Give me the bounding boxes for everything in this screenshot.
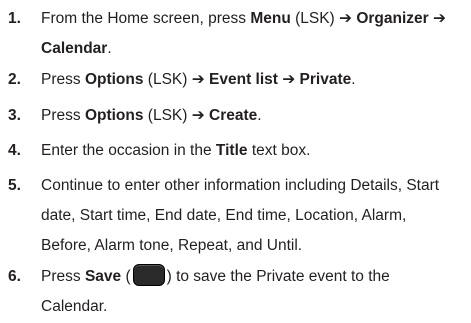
step-line: Continue to enter other information incl… (41, 177, 440, 194)
text-run: (LSK) (143, 107, 192, 124)
step-number: 6. (8, 268, 21, 285)
text-run: text box. (247, 142, 311, 159)
event-list-path: ➔ Event list ➔ Private (191, 71, 352, 88)
menu-label: Menu (250, 10, 291, 27)
text-run: ) to save the Private event to the (166, 268, 390, 285)
text-run: (LSK) (290, 10, 340, 27)
text-run: ( (121, 268, 131, 285)
text-run: . (257, 107, 262, 124)
step-line: Enter the occasion in the Title text box… (41, 136, 471, 166)
step-line: Press Options (LSK) ➔ Event list ➔ Priva… (41, 65, 471, 95)
step-number: 2. (8, 71, 21, 88)
text-run: (LSK) (143, 71, 192, 88)
step-text: Continue to enter other information incl… (41, 171, 471, 261)
step-line: Calendar. (41, 34, 471, 64)
step-line: Before, Alarm tone, Repeat, and Until. (41, 237, 303, 254)
text-run: Enter the occasion in the (41, 142, 216, 159)
step-number: 4. (8, 142, 21, 159)
text-run: Press (41, 71, 85, 88)
text-run: From the Home screen, press (41, 10, 251, 27)
step-number: 5. (8, 177, 21, 194)
title-label: Title (215, 142, 248, 159)
step-text: Press Options (LSK) ➔ Event list ➔ Priva… (41, 65, 471, 95)
step-line: date, Start time, End date, End time, Lo… (41, 207, 407, 224)
step-text: Press Options (LSK) ➔ Create. (41, 101, 471, 131)
step-line: Press Save ( ) to save the Private event … (41, 262, 471, 292)
organizer-path: ➔ Organizer ➔ (339, 10, 446, 27)
step-text: Press Save ( ) to save the Private event … (41, 262, 471, 322)
text-run: Press (41, 268, 85, 285)
step-line: From the Home screen, press Menu (LSK) ➔… (41, 4, 471, 34)
step-number: 3. (8, 107, 21, 124)
save-label: Save (84, 268, 122, 285)
step-text: From the Home screen, press Menu (LSK) ➔… (41, 4, 471, 64)
options-label: Options (84, 107, 144, 124)
calendar-label: Calendar (41, 40, 108, 57)
step-text: Enter the occasion in the Title text box… (41, 136, 471, 166)
text-run: Press (41, 107, 85, 124)
text-run: . (351, 71, 356, 88)
step-line: Calendar. (41, 298, 108, 315)
step-line: Press Options (LSK) ➔ Create. (41, 101, 471, 131)
options-label: Options (84, 71, 144, 88)
save-softkey-icon (132, 264, 165, 286)
text-run: . (107, 40, 112, 57)
step-number: 1. (8, 10, 21, 27)
create-path: ➔ Create (191, 107, 258, 124)
